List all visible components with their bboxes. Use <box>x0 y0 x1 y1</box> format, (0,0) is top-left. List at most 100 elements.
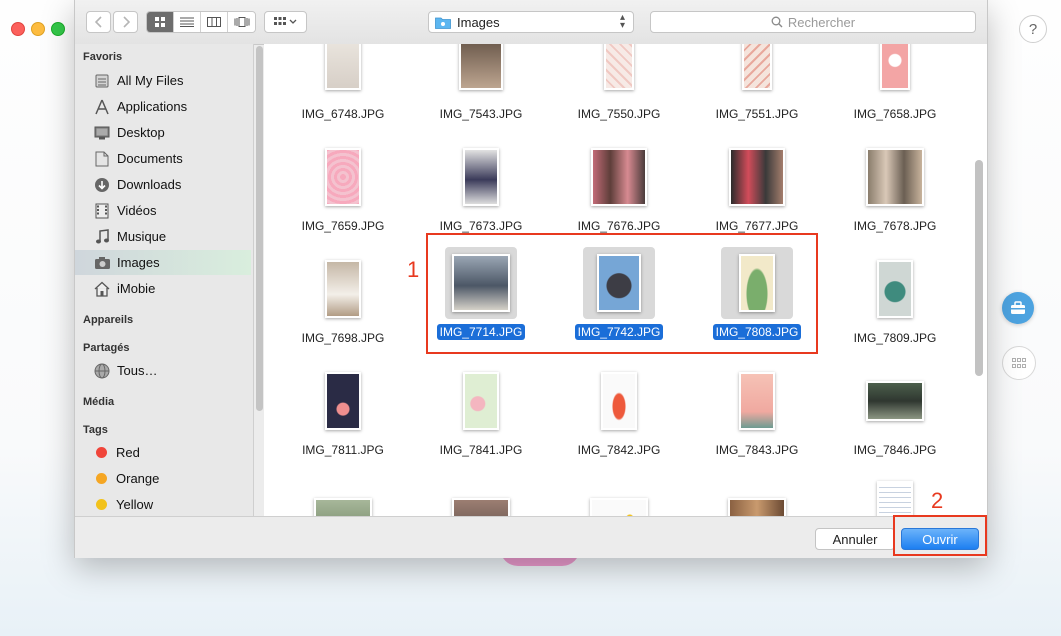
file-name-text: IMG_6748.JPG <box>301 107 385 121</box>
sidebar-item-imobie[interactable]: iMobie <box>75 276 251 301</box>
file-name: IMG_7551.JPG <box>688 107 826 121</box>
help-button[interactable]: ? <box>1019 15 1047 43</box>
sidebar-item-downloads[interactable]: Downloads <box>75 172 251 197</box>
applications-icon <box>93 98 111 116</box>
sidebar-item-tag-red[interactable]: Red <box>75 440 251 465</box>
forward-button[interactable] <box>113 11 138 33</box>
image-thumbnail <box>877 481 913 516</box>
file-name-text: IMG_7842.JPG <box>577 443 661 457</box>
image-thumbnail <box>590 498 648 516</box>
sidebar-item-tag-orange[interactable]: Orange <box>75 466 251 491</box>
image-thumbnail <box>452 498 510 516</box>
sidebar-item-musique[interactable]: Musique <box>75 224 251 249</box>
file-name-text: IMG_7551.JPG <box>715 107 799 121</box>
image-thumbnail <box>325 44 361 90</box>
sidebar-item-documents[interactable]: Documents <box>75 146 251 171</box>
thumbnail-wrap <box>859 474 931 516</box>
file-name-text: IMG_7658.JPG <box>853 107 937 121</box>
image-thumbnail <box>728 498 786 516</box>
image-thumbnail <box>591 148 647 206</box>
thumbnail-wrap <box>445 44 517 101</box>
icon-view-icon <box>155 17 165 27</box>
file-name: IMG_7809.JPG <box>826 331 964 345</box>
sidebar-item-label: All My Files <box>117 73 184 88</box>
image-thumbnail <box>739 372 775 430</box>
music-icon <box>93 228 111 246</box>
sidebar-item-tag-yellow[interactable]: Yellow <box>75 492 251 516</box>
image-thumbnail <box>459 44 503 90</box>
sidebar-item-images[interactable]: Images <box>75 250 251 275</box>
apps-button[interactable] <box>1002 346 1036 380</box>
image-thumbnail <box>866 148 924 206</box>
cancel-button[interactable]: Annuler <box>815 528 895 550</box>
thumbnail-wrap <box>583 141 655 213</box>
minimize-window-button[interactable] <box>31 22 45 36</box>
red-tag-icon <box>96 447 107 458</box>
image-thumbnail <box>601 372 637 430</box>
thumbnail-wrap <box>859 365 931 437</box>
thumbnail-wrap <box>859 44 931 101</box>
file-name-text: IMG_7659.JPG <box>301 219 385 233</box>
file-name: IMG_7842.JPG <box>550 443 688 457</box>
sidebar-scrollbar[interactable] <box>256 46 263 411</box>
sidebar-section-favoris: Favoris <box>83 51 123 63</box>
content-scrollbar[interactable] <box>975 160 983 376</box>
image-thumbnail <box>742 44 772 90</box>
column-view-button[interactable] <box>201 12 228 32</box>
thumbnail-wrap <box>583 484 655 516</box>
sidebar-item-applications[interactable]: Applications <box>75 94 251 119</box>
column-view-icon <box>207 17 221 27</box>
sidebar-item-label: iMobie <box>117 281 156 296</box>
thumbnail-wrap <box>307 141 379 213</box>
sidebar-item-all-my-files[interactable]: All My Files <box>75 68 251 93</box>
file-name: IMG_7698.JPG <box>274 331 412 345</box>
file-name-text: IMG_7843.JPG <box>715 443 799 457</box>
file-name: IMG_7550.JPG <box>550 107 688 121</box>
sidebar-section-partages: Partagés <box>83 342 130 354</box>
thumbnail-wrap <box>445 365 517 437</box>
thumbnail-wrap <box>859 253 931 325</box>
arrange-button[interactable] <box>264 11 307 33</box>
image-thumbnail <box>314 498 372 516</box>
sidebar-item-desktop[interactable]: Desktop <box>75 120 251 145</box>
sidebar: Favoris All My Files Applications Deskto… <box>75 44 254 516</box>
step-2-label: 2 <box>931 488 944 513</box>
sidebar-item-tous[interactable]: Tous… <box>75 358 251 383</box>
sidebar-section-appareils: Appareils <box>83 314 134 326</box>
zoom-window-button[interactable] <box>51 22 65 36</box>
image-thumbnail <box>325 372 361 430</box>
toolbox-button[interactable] <box>1002 292 1034 324</box>
coverflow-view-button[interactable] <box>228 12 255 32</box>
grid-icon <box>1012 358 1026 368</box>
thumbnail-wrap <box>583 44 655 101</box>
image-thumbnail <box>325 260 361 318</box>
file-name-text: IMG_7543.JPG <box>439 107 523 121</box>
thumbnail-wrap <box>721 365 793 437</box>
search-placeholder: Rechercher <box>787 14 856 30</box>
camera-icon <box>93 254 111 272</box>
sidebar-item-videos[interactable]: Vidéos <box>75 198 251 223</box>
location-popup[interactable]: Images ▴ ▾ <box>428 11 634 33</box>
sidebar-item-label: Documents <box>117 151 183 166</box>
image-thumbnail <box>463 372 499 430</box>
thumbnail-wrap <box>445 484 517 516</box>
back-button[interactable] <box>86 11 111 33</box>
file-name-text: IMG_7677.JPG <box>715 219 799 233</box>
icon-view-button[interactable] <box>147 12 174 32</box>
search-field[interactable]: Rechercher <box>650 11 976 33</box>
file-name: IMG_7659.JPG <box>274 219 412 233</box>
search-icon <box>771 16 783 28</box>
sidebar-item-label: Vidéos <box>117 203 157 218</box>
thumbnail-wrap <box>859 141 931 213</box>
sidebar-item-label: Yellow <box>116 497 154 512</box>
thumbnail-wrap <box>583 365 655 437</box>
file-name: IMG_7658.JPG <box>826 107 964 121</box>
file-name: IMG_7678.JPG <box>826 219 964 233</box>
open-highlight-box <box>893 515 987 556</box>
thumbnail-wrap <box>307 44 379 101</box>
file-name: IMG_7673.JPG <box>412 219 550 233</box>
selection-highlight-box <box>426 233 818 354</box>
close-window-button[interactable] <box>11 22 25 36</box>
list-view-button[interactable] <box>174 12 201 32</box>
thumbnail-wrap <box>721 44 793 101</box>
